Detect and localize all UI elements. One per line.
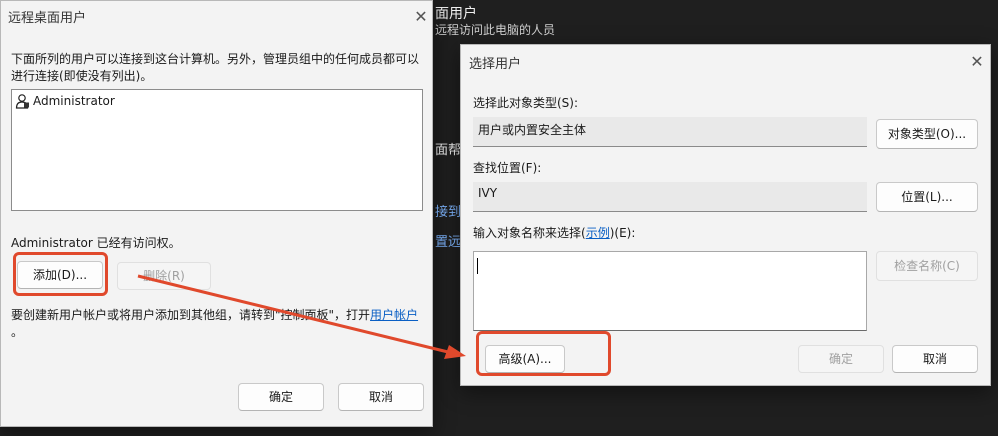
background-side-text: 面帮 — [435, 143, 462, 158]
dialog-title: 选择用户 — [469, 57, 522, 72]
user-accounts-link[interactable]: 用户帐户 — [370, 308, 418, 322]
user-icon — [14, 93, 30, 109]
enter-names-label: 输入对象名称来选择(示例)(E): — [473, 224, 635, 241]
footer-description: 要创建新用户帐户或将用户添加到其他组，请转到"控制面板"，打开 — [11, 308, 371, 322]
object-type-label: 选择此对象类型(S): — [473, 96, 579, 110]
location-field: IVY — [473, 182, 867, 212]
ok-button[interactable]: 确定 — [798, 345, 884, 373]
advanced-button[interactable]: 高级(A)... — [485, 345, 565, 373]
cancel-button[interactable]: 取消 — [892, 345, 978, 373]
object-types-button[interactable]: 对象类型(O)... — [876, 119, 978, 149]
remove-button[interactable]: 删除(R) — [117, 262, 211, 290]
close-icon[interactable]: ✕ — [410, 6, 432, 28]
description-line-1: 下面所列的用户可以连接到这台计算机。另外，管理员组中的任何成员都可以 — [11, 52, 420, 66]
enter-names-label-prefix: 输入对象名称来选择( — [473, 226, 586, 240]
add-button[interactable]: 添加(D)... — [17, 261, 103, 289]
text-cursor — [477, 258, 478, 274]
location-label: 查找位置(F): — [473, 161, 542, 175]
object-type-field: 用户或内置安全主体 — [473, 117, 867, 147]
ok-button[interactable]: 确定 — [238, 383, 324, 411]
list-item[interactable]: Administrator — [14, 92, 115, 110]
user-list[interactable]: Administrator — [11, 89, 423, 211]
access-status-text: Administrator 已经有访问权。 — [11, 236, 181, 250]
background-heading: 面用户 — [435, 6, 477, 22]
locations-button[interactable]: 位置(L)... — [876, 182, 978, 212]
examples-link[interactable]: 示例 — [586, 226, 610, 240]
select-users-dialog: 选择用户 ✕ 选择此对象类型(S): 用户或内置安全主体 对象类型(O)... … — [460, 44, 991, 386]
background-link-2[interactable]: 置远 — [435, 231, 461, 250]
object-names-input[interactable] — [473, 251, 867, 331]
background-subtitle: 远程访问此电脑的人员 — [435, 23, 556, 37]
check-names-button[interactable]: 检查名称(C) — [876, 251, 978, 281]
user-name: Administrator — [33, 94, 115, 108]
footer-end: 。 — [11, 325, 24, 339]
enter-names-label-suffix: )(E): — [609, 226, 636, 240]
background-link-1[interactable]: 接到 — [435, 201, 461, 220]
cancel-button[interactable]: 取消 — [338, 383, 424, 411]
dialog-title: 远程桌面用户 — [8, 11, 87, 26]
description-line-2: 进行连接(即使没有列出)。 — [11, 69, 153, 83]
close-icon[interactable]: ✕ — [966, 51, 988, 73]
remote-desktop-users-dialog: 远程桌面用户 ✕ 下面所列的用户可以连接到这台计算机。另外，管理员组中的任何成员… — [0, 0, 433, 427]
footer-text: 要创建新用户帐户或将用户添加到其他组，请转到"控制面板"，打开用户帐户。 — [11, 307, 426, 341]
